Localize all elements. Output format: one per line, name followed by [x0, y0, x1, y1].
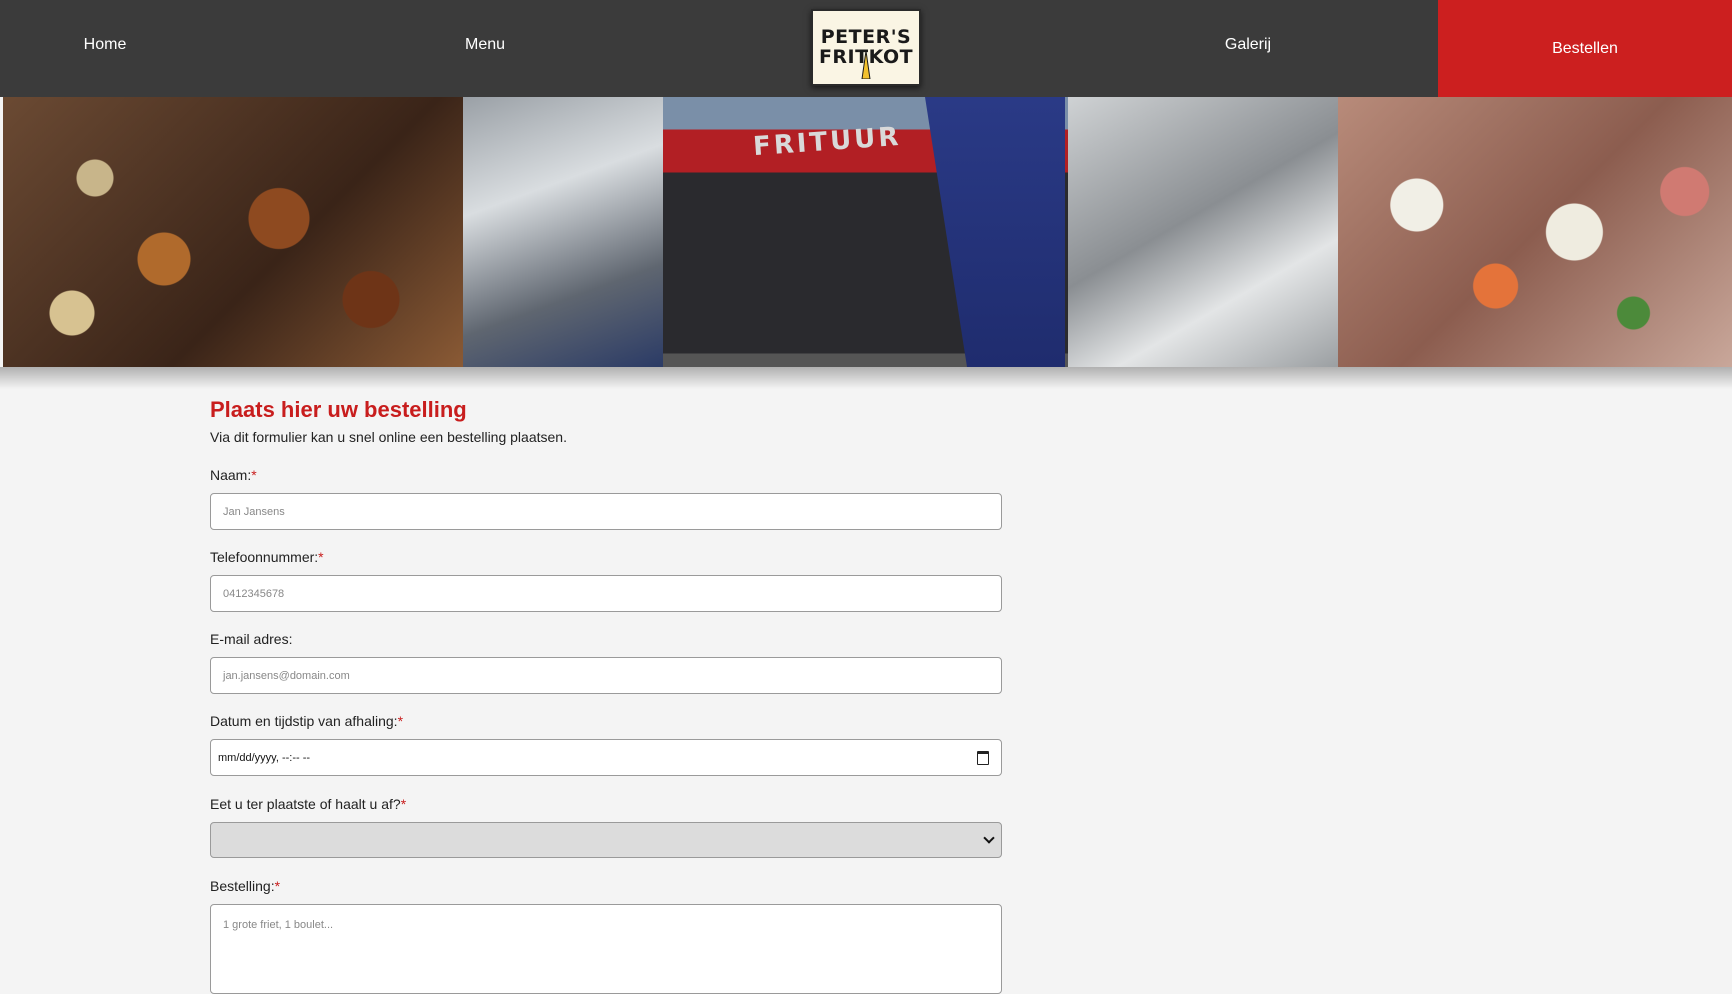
top-nav: Home Menu PETER'S FRITKOT Galerij Bestel… — [0, 0, 1732, 97]
datetime-label: Datum en tijdstip van afhaling:* — [210, 713, 404, 729]
nav-home-link[interactable]: Home — [0, 0, 210, 90]
datetime-value: mm/dd/yyyy, --:-- -- — [218, 751, 311, 764]
order-form: Plaats hier uw bestelling Via dit formul… — [210, 395, 1002, 994]
logo-line1: PETER'S — [820, 25, 912, 48]
dine-option-select[interactable] — [210, 822, 1002, 858]
name-field[interactable]: Jan Jansens — [210, 493, 1002, 530]
page-title: Plaats hier uw bestelling — [210, 397, 467, 422]
required-mark: * — [318, 549, 324, 565]
banner-photo-skewers — [3, 97, 463, 367]
required-mark: * — [274, 878, 281, 894]
email-placeholder: jan.jansens@domain.com — [223, 669, 350, 682]
required-mark: * — [400, 796, 407, 812]
storefront-sign: FRITUUR — [752, 121, 903, 163]
pickup-datetime-field[interactable]: mm/dd/yyyy, --:-- -- — [210, 739, 1002, 776]
email-field[interactable]: jan.jansens@domain.com — [210, 657, 1002, 694]
hero-banner: FRITUUR — [3, 97, 1732, 367]
phone-field[interactable]: 0412345678 — [210, 575, 1002, 612]
order-textarea[interactable]: 1 grote friet, 1 boulet... — [210, 904, 1002, 994]
required-mark: * — [251, 467, 257, 483]
nav-order-link[interactable]: Bestellen — [1438, 0, 1732, 97]
banner-flag — [925, 97, 1065, 367]
phone-label: Telefoonnummer:* — [210, 549, 324, 565]
banner-shadow — [0, 367, 1732, 389]
site-logo[interactable]: PETER'S FRITKOT — [811, 9, 921, 86]
banner-photo-brochettes — [1338, 97, 1732, 367]
dine-option-label: Eet u ter plaatste of haalt u af?* — [210, 796, 407, 812]
order-label: Bestelling:* — [210, 878, 281, 894]
banner-photo-storefront: FRITUUR — [663, 97, 1068, 367]
required-mark: * — [397, 713, 404, 729]
order-placeholder: 1 grote friet, 1 boulet... — [223, 919, 334, 931]
calendar-icon[interactable] — [977, 750, 989, 765]
email-label: E-mail adres: — [210, 631, 293, 647]
name-label: Naam:* — [210, 467, 257, 483]
chevron-down-icon — [983, 832, 995, 844]
name-placeholder: Jan Jansens — [223, 505, 285, 518]
nav-menu-link[interactable]: Menu — [385, 0, 585, 90]
banner-photo-fryers — [463, 97, 663, 367]
nav-gallery-link[interactable]: Galerij — [1148, 0, 1348, 90]
fries-icon — [861, 50, 871, 79]
banner-photo-kitchen — [1068, 97, 1338, 367]
phone-placeholder: 0412345678 — [223, 587, 285, 600]
page-subtitle: Via dit formulier kan u snel online een … — [210, 429, 567, 445]
